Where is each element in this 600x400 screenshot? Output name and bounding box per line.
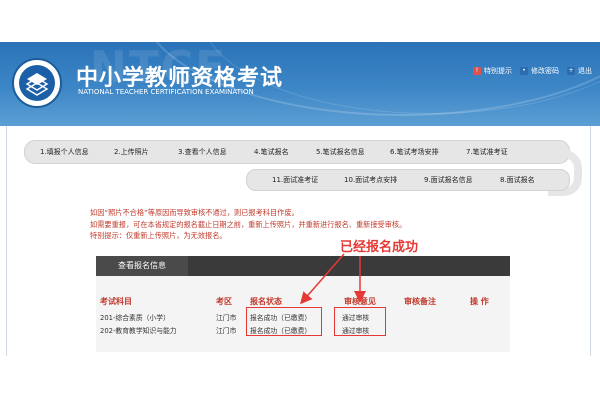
annotation-arrows <box>300 253 366 305</box>
arrow-to-status <box>300 253 345 305</box>
